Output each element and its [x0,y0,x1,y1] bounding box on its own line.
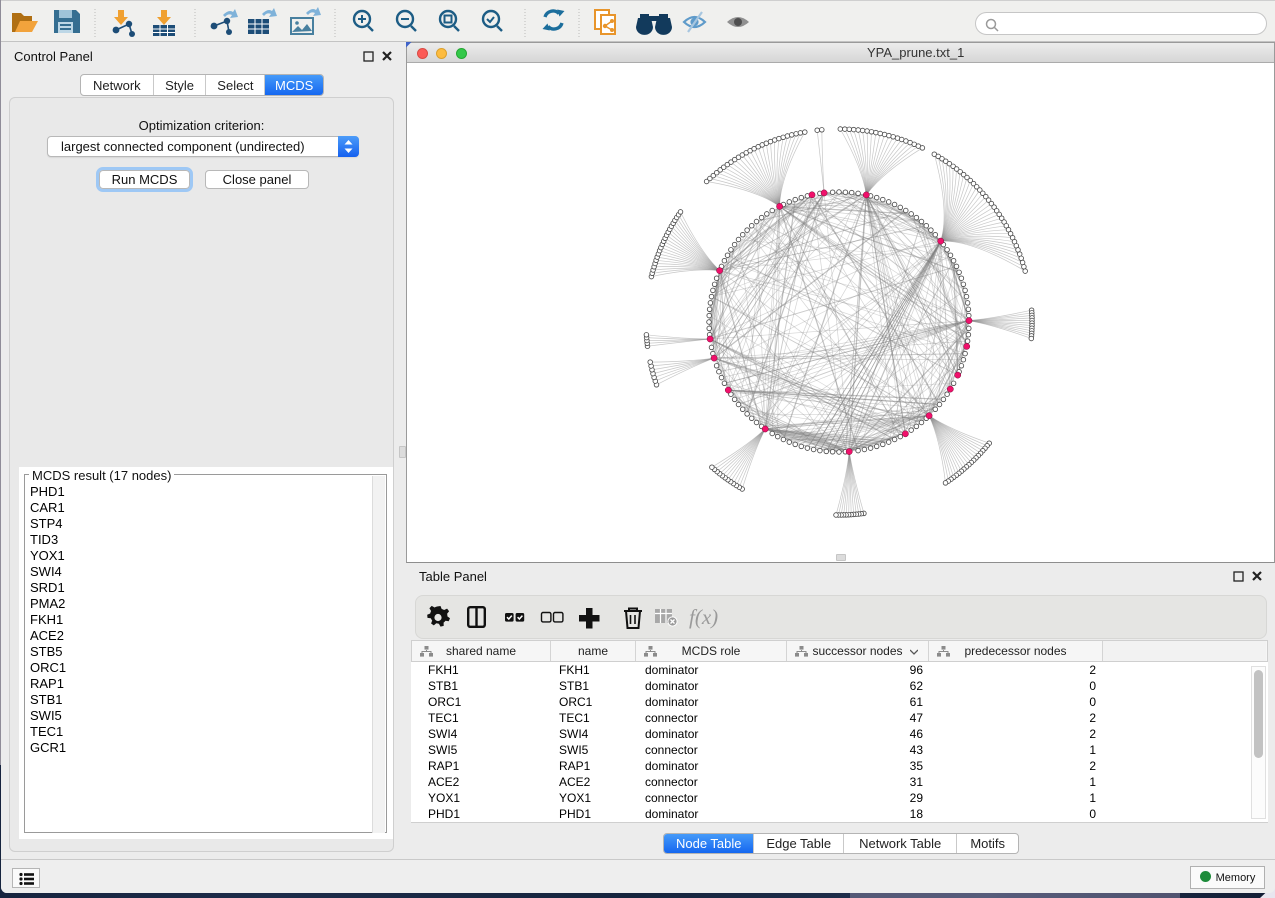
svg-text:f(x): f(x) [689,605,718,629]
